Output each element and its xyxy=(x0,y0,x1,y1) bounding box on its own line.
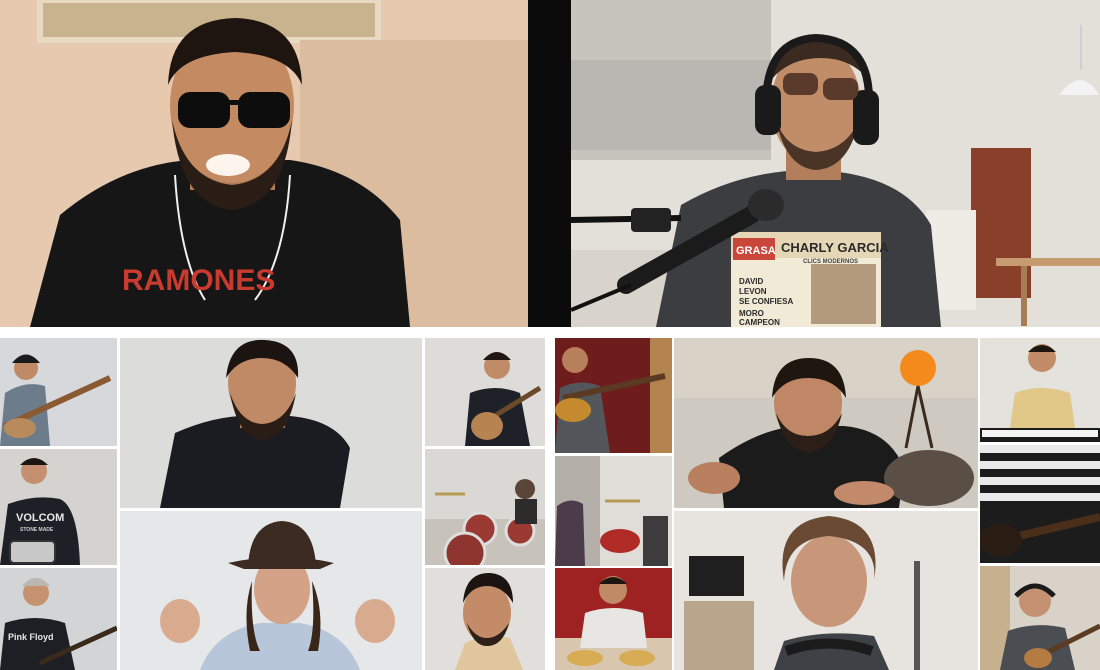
video-tile-percussion-setup xyxy=(555,456,672,566)
keyboardist-photo xyxy=(980,338,1100,442)
video-tile-drum-kit xyxy=(425,449,545,565)
ramones-shirt-text: RAMONES xyxy=(122,264,275,297)
drummer-volcom-photo: VOLCOM STONE MADE xyxy=(0,449,117,565)
video-tile-ukulele-player xyxy=(980,566,1100,670)
drum-kit-photo xyxy=(425,449,545,565)
bongo-player-photo xyxy=(555,568,672,670)
collage-separator xyxy=(545,327,555,670)
electric-guitarist-photo xyxy=(555,338,672,453)
singer-headphones-photo: GRASA CHARLY GARCIA CLICS MODERNOS DAVID… xyxy=(571,0,1100,327)
shirt-line-5: CAMPEON xyxy=(739,318,780,327)
percussion-setup-photo xyxy=(555,456,672,566)
shirt-line-3: SE CONFIESA xyxy=(739,297,793,306)
shirt-line-4: MORO xyxy=(739,309,764,318)
video-tile-bassist xyxy=(0,338,117,446)
pink-floyd-shirt-text: Pink Floyd xyxy=(8,632,54,642)
ukulele-player-photo xyxy=(980,566,1100,670)
video-tile-young-singer xyxy=(425,568,545,670)
video-tile-drummer-volcom: VOLCOM STONE MADE xyxy=(0,449,117,565)
video-tile-striped-guitarist xyxy=(980,445,1100,563)
video-tile-keyboardist xyxy=(980,338,1100,442)
video-tile-main-bottom-left xyxy=(120,338,422,508)
video-tile-singer-headphones: GRASA CHARLY GARCIA CLICS MODERNOS DAVID… xyxy=(571,0,1100,327)
bassist-photo xyxy=(0,338,117,446)
video-tile-electric-guitarist xyxy=(555,338,672,453)
striped-guitarist-photo xyxy=(980,445,1100,563)
shirt-line-2: LEVON xyxy=(739,287,767,296)
video-tile-singer-hat xyxy=(120,511,422,670)
acoustic-guitarist-photo xyxy=(425,338,545,446)
charly-garcia-shirt-title: CHARLY GARCIA xyxy=(781,240,889,255)
singer-sunglasses-photo: RAMONES xyxy=(0,0,528,327)
curly-man-headphones-photo xyxy=(674,511,978,670)
top-divider xyxy=(528,0,571,327)
young-singer-photo xyxy=(425,568,545,670)
bearded-man-photo xyxy=(120,338,422,508)
video-tile-smiling-bearded-man xyxy=(674,338,978,508)
video-tile-pink-floyd-guitarist: Pink Floyd xyxy=(0,568,117,670)
video-tile-acoustic-guitarist xyxy=(425,338,545,446)
video-tile-singer-sunglasses: RAMONES xyxy=(0,0,528,327)
volcom-shirt-text: VOLCOM xyxy=(16,512,64,524)
video-tile-curly-man-headphones xyxy=(674,511,978,670)
video-tile-bongo-player xyxy=(555,568,672,670)
volcom-shirt-sub: STONE MADE xyxy=(20,527,54,533)
grasa-badge-text: GRASA xyxy=(736,245,776,257)
smiling-bearded-man-photo xyxy=(674,338,978,508)
shirt-line-1: DAVID xyxy=(739,277,764,286)
singer-hat-photo xyxy=(120,511,422,670)
pink-floyd-guitarist-photo: Pink Floyd xyxy=(0,568,117,670)
